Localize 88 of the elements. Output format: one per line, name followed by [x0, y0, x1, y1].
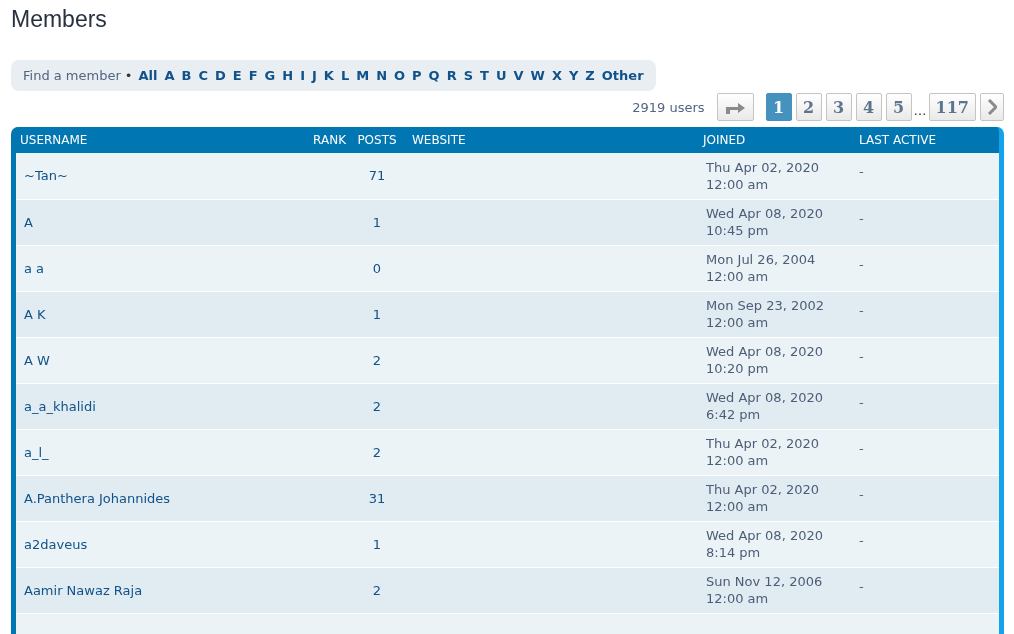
letter-link[interactable]: B — [181, 68, 192, 83]
letter-link[interactable]: T — [480, 68, 489, 83]
posts-link[interactable]: 31 — [368, 490, 386, 506]
letter-link[interactable]: F — [248, 68, 258, 83]
username-link[interactable]: ~Tan~ — [24, 168, 68, 184]
joined-date: Wed Apr 08, 2020 10:20 pm — [706, 343, 823, 377]
joined-date: Wed Apr 08, 2020 8:14 pm — [706, 527, 823, 561]
column-header: RANK — [300, 127, 346, 153]
posts-link[interactable]: 2 — [372, 352, 382, 368]
letter-link[interactable]: J — [311, 68, 317, 83]
last-active-text: - — [859, 256, 864, 272]
posts-link[interactable]: 2 — [372, 444, 382, 460]
column-header: WEBSITE — [408, 127, 703, 153]
page-button[interactable]: 5 — [885, 93, 912, 121]
page-button[interactable]: 3 — [825, 93, 852, 121]
username-link[interactable]: a a — [24, 260, 45, 276]
share-arrow-icon — [724, 100, 747, 114]
letter-link[interactable]: A — [164, 68, 175, 83]
posts-link[interactable]: 0 — [372, 260, 382, 276]
letter-link[interactable]: V — [513, 68, 524, 83]
letter-link[interactable]: S — [463, 68, 474, 83]
letter-link[interactable]: G — [264, 68, 276, 83]
last-active-text: - — [859, 210, 864, 226]
column-header: LAST ACTIVE — [850, 127, 999, 153]
letter-link[interactable]: I — [300, 68, 305, 83]
username-link[interactable]: a_a_khalidi — [24, 398, 96, 414]
joined-date: Wed Apr 08, 2020 6:42 pm — [706, 389, 823, 423]
letter-link[interactable]: H — [282, 68, 294, 83]
letter-link[interactable]: M — [356, 68, 370, 83]
letter-link[interactable]: R — [446, 68, 457, 83]
letter-link[interactable]: E — [232, 68, 242, 83]
username-link[interactable]: A W — [24, 352, 50, 368]
username-link[interactable]: A.Panthera Johannides — [24, 490, 171, 506]
joined-date: Thu Apr 02, 2020 12:00 am — [706, 435, 820, 469]
letter-link[interactable]: K — [323, 68, 334, 83]
letter-link[interactable]: P — [412, 68, 422, 83]
last-active-text: - — [859, 532, 864, 548]
letter-link[interactable]: O — [394, 68, 406, 83]
posts-link[interactable]: 1 — [372, 306, 382, 322]
filter-label: Find a member — [23, 68, 121, 83]
joined-date: Thu Apr 02, 2020 12:00 am — [706, 481, 820, 515]
letter-link[interactable]: W — [530, 68, 545, 83]
page-button[interactable]: 4 — [855, 93, 882, 121]
letter-link[interactable]: L — [340, 68, 350, 83]
joined-date: Wed Apr 08, 2020 10:45 pm — [706, 205, 823, 239]
joined-date: Sun Nov 12, 2006 12:00 am — [706, 573, 823, 607]
username-link[interactable]: A K — [24, 306, 46, 322]
letter-link[interactable]: Y — [568, 68, 579, 83]
chevron-right-icon — [987, 99, 997, 115]
letter-link[interactable]: All — [138, 68, 158, 83]
posts-link[interactable]: 1 — [372, 214, 382, 230]
letter-link[interactable]: Other — [601, 68, 644, 83]
next-page-button[interactable] — [980, 93, 1004, 121]
letter-link[interactable]: N — [376, 68, 387, 83]
page-title: Members — [11, 6, 108, 33]
posts-link[interactable]: 1 — [372, 536, 382, 552]
posts-link[interactable]: 2 — [372, 582, 382, 598]
last-active-text: - — [859, 440, 864, 456]
last-active-text: - — [859, 578, 864, 594]
separator-dot: • — [124, 68, 133, 83]
username-link[interactable]: Aamir Nawaz Raja — [24, 582, 143, 598]
last-active-text: - — [859, 486, 864, 502]
share-button[interactable] — [716, 93, 754, 121]
column-header: USERNAME — [16, 127, 300, 153]
last-active-text: - — [859, 302, 864, 318]
joined-date: Thu Apr 02, 2020 12:00 am — [706, 158, 820, 193]
last-active-text: - — [859, 164, 864, 180]
page-button[interactable]: 2 — [795, 93, 822, 121]
joined-date: Mon Sep 23, 2002 12:00 am — [706, 297, 825, 331]
username-link[interactable]: A — [24, 214, 33, 230]
posts-link[interactable]: 71 — [368, 168, 386, 184]
user-count: 2919 users — [632, 99, 705, 115]
letter-link[interactable]: Q — [428, 68, 440, 83]
last-active-text: - — [859, 348, 864, 364]
letter-link[interactable]: X — [551, 68, 562, 83]
username-link[interactable]: a2daveus — [24, 536, 88, 552]
username-link[interactable]: a_l_ — [24, 444, 49, 460]
joined-date: Mon Jul 26, 2004 12:00 am — [706, 251, 816, 285]
column-header: JOINED — [703, 127, 850, 153]
column-header: POSTS — [346, 127, 408, 153]
page-button[interactable]: 117 — [928, 93, 976, 121]
last-active-text: - — [859, 394, 864, 410]
letter-link[interactable]: U — [495, 68, 507, 83]
ellipsis: … — [913, 103, 927, 118]
letter-link[interactable]: D — [215, 68, 226, 83]
letter-link[interactable]: Z — [585, 68, 595, 83]
posts-link[interactable]: 2 — [372, 398, 382, 414]
letter-link[interactable]: C — [198, 68, 208, 83]
